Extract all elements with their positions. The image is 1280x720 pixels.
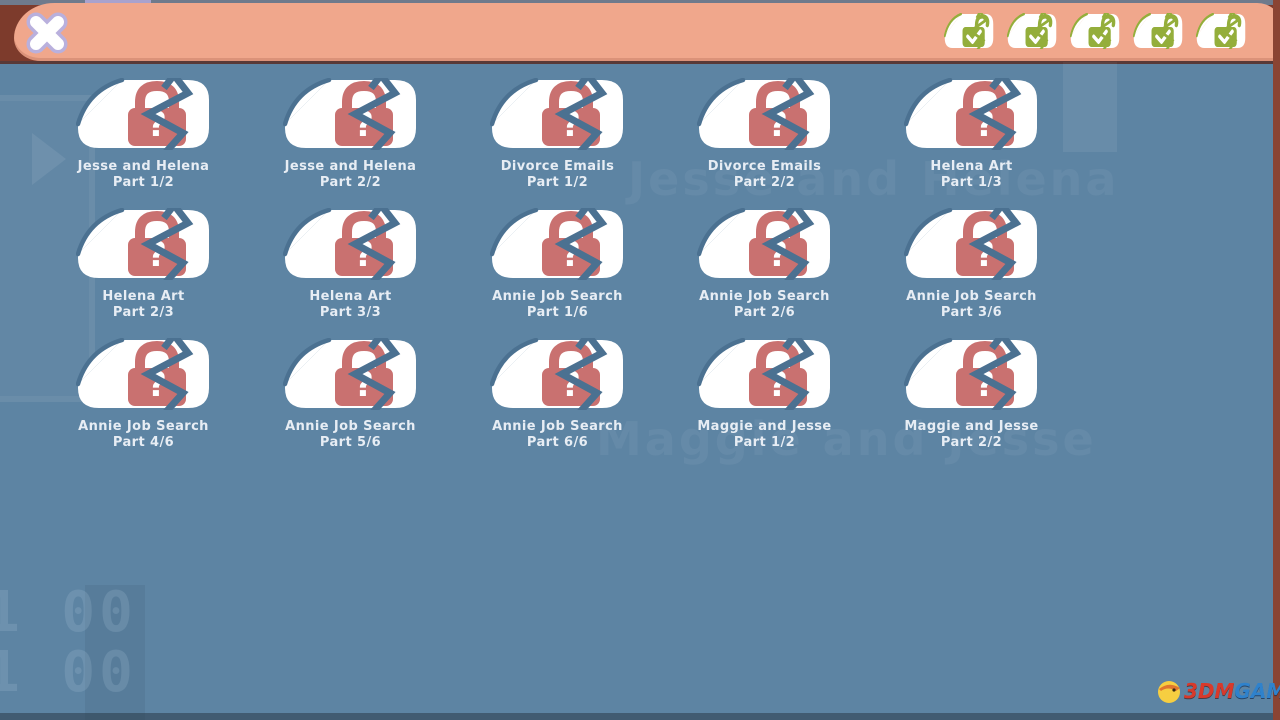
top-bar-divider [0, 61, 1280, 64]
locked-file-icon [904, 338, 1039, 410]
tile-title: Annie Job Search [699, 289, 830, 305]
unlocked-file-icon[interactable] [944, 13, 994, 49]
unlocked-file-icon[interactable] [1196, 13, 1246, 49]
tiles-grid: Jesse and Helena Part 1/2 Jesse and Hele… [76, 78, 1039, 445]
tile-label: Divorce Emails Part 1/2 [501, 159, 615, 191]
tile-title: Helena Art [930, 159, 1012, 175]
locked-file-tile[interactable]: Jesse and Helena Part 1/2 [76, 78, 211, 185]
locked-file-tile[interactable]: Maggie and Jesse Part 2/2 [904, 338, 1039, 445]
tile-title: Annie Job Search [492, 419, 623, 435]
tile-label: Annie Job Search Part 5/6 [285, 419, 416, 451]
unlocked-file-icon[interactable] [1070, 13, 1120, 49]
locked-file-tile[interactable]: Annie Job Search Part 5/6 [283, 338, 418, 445]
tile-label: Divorce Emails Part 2/2 [708, 159, 822, 191]
locked-file-tile[interactable]: Divorce Emails Part 2/2 [697, 78, 832, 185]
tile-part: Part 2/2 [285, 175, 417, 191]
tile-title: Helena Art [102, 289, 184, 305]
tile-title: Helena Art [309, 289, 391, 305]
locked-file-icon [490, 338, 625, 410]
tile-label: Helena Art Part 1/3 [930, 159, 1012, 191]
locked-file-icon [283, 208, 418, 280]
ghost-play-icon [32, 133, 66, 185]
locked-file-icon [76, 338, 211, 410]
close-icon [24, 11, 70, 55]
tile-part: Part 2/3 [102, 305, 184, 321]
locked-file-icon [697, 208, 832, 280]
tile-label: Annie Job Search Part 4/6 [78, 419, 209, 451]
tile-part: Part 2/2 [904, 435, 1038, 451]
tile-part: Part 3/6 [906, 305, 1037, 321]
tile-part: Part 1/2 [697, 435, 831, 451]
unlocked-file-icon[interactable] [1133, 13, 1183, 49]
header-unlocked-icons [944, 13, 1246, 49]
tile-part: Part 6/6 [492, 435, 623, 451]
tile-label: Jesse and Helena Part 1/2 [78, 159, 210, 191]
tile-part: Part 1/2 [501, 175, 615, 191]
game-screen: Jesse and Helena Maggie and Jesse 1 00 1… [0, 0, 1280, 720]
locked-file-icon [490, 78, 625, 150]
tile-title: Divorce Emails [501, 159, 615, 175]
tile-label: Annie Job Search Part 6/6 [492, 419, 623, 451]
watermark-3dm: 3DM [1184, 679, 1234, 703]
locked-file-icon [904, 78, 1039, 150]
ghost-digits-line1: 1 00 [0, 580, 137, 645]
tile-title: Annie Job Search [78, 419, 209, 435]
tile-part: Part 1/3 [930, 175, 1012, 191]
locked-file-icon [283, 78, 418, 150]
tile-title: Jesse and Helena [285, 159, 417, 175]
tile-label: Maggie and Jesse Part 1/2 [697, 419, 831, 451]
locked-file-icon [904, 208, 1039, 280]
locked-file-icon [490, 208, 625, 280]
tile-part: Part 4/6 [78, 435, 209, 451]
tile-label: Helena Art Part 3/3 [309, 289, 391, 321]
tile-title: Annie Job Search [492, 289, 623, 305]
backdrop-bottom-strip [0, 713, 1280, 720]
locked-file-icon [76, 208, 211, 280]
site-watermark: 3DMGAME [1156, 678, 1280, 704]
chick-mascot-icon [1156, 678, 1184, 704]
backdrop-right-red-strip [1273, 0, 1280, 720]
tile-title: Maggie and Jesse [904, 419, 1038, 435]
locked-file-tile[interactable]: Helena Art Part 2/3 [76, 208, 211, 315]
watermark-game: GAME [1234, 679, 1280, 703]
locked-file-tile[interactable]: Divorce Emails Part 1/2 [490, 78, 625, 185]
tile-label: Helena Art Part 2/3 [102, 289, 184, 321]
tile-title: Annie Job Search [285, 419, 416, 435]
tile-part: Part 3/3 [309, 305, 391, 321]
locked-file-icon [697, 78, 832, 150]
locked-file-icon [283, 338, 418, 410]
tile-title: Divorce Emails [708, 159, 822, 175]
locked-file-tile[interactable]: Annie Job Search Part 2/6 [697, 208, 832, 315]
tile-part: Part 5/6 [285, 435, 416, 451]
tile-label: Maggie and Jesse Part 2/2 [904, 419, 1038, 451]
tile-label: Jesse and Helena Part 2/2 [285, 159, 417, 191]
locked-file-tile[interactable]: Jesse and Helena Part 2/2 [283, 78, 418, 185]
unlocked-file-icon[interactable] [1007, 13, 1057, 49]
tile-title: Maggie and Jesse [697, 419, 831, 435]
tile-title: Annie Job Search [906, 289, 1037, 305]
tile-label: Annie Job Search Part 3/6 [906, 289, 1037, 321]
tile-part: Part 2/2 [708, 175, 822, 191]
locked-file-tile[interactable]: Annie Job Search Part 4/6 [76, 338, 211, 445]
locked-file-icon [697, 338, 832, 410]
close-button[interactable] [24, 11, 70, 55]
tile-title: Jesse and Helena [78, 159, 210, 175]
tile-part: Part 1/6 [492, 305, 623, 321]
locked-file-tile[interactable]: Helena Art Part 1/3 [904, 78, 1039, 185]
ghost-digits-line2: 1 00 [0, 640, 137, 705]
tile-part: Part 2/6 [699, 305, 830, 321]
ghost-scroll-panel [1063, 62, 1117, 152]
locked-file-tile[interactable]: Annie Job Search Part 3/6 [904, 208, 1039, 315]
tile-part: Part 1/2 [78, 175, 210, 191]
locked-file-tile[interactable]: Helena Art Part 3/3 [283, 208, 418, 315]
locked-file-icon [76, 78, 211, 150]
tile-label: Annie Job Search Part 1/6 [492, 289, 623, 321]
locked-file-tile[interactable]: Annie Job Search Part 1/6 [490, 208, 625, 315]
locked-file-tile[interactable]: Maggie and Jesse Part 1/2 [697, 338, 832, 445]
tile-label: Annie Job Search Part 2/6 [699, 289, 830, 321]
ghost-dark-panel [85, 585, 145, 720]
locked-file-tile[interactable]: Annie Job Search Part 6/6 [490, 338, 625, 445]
